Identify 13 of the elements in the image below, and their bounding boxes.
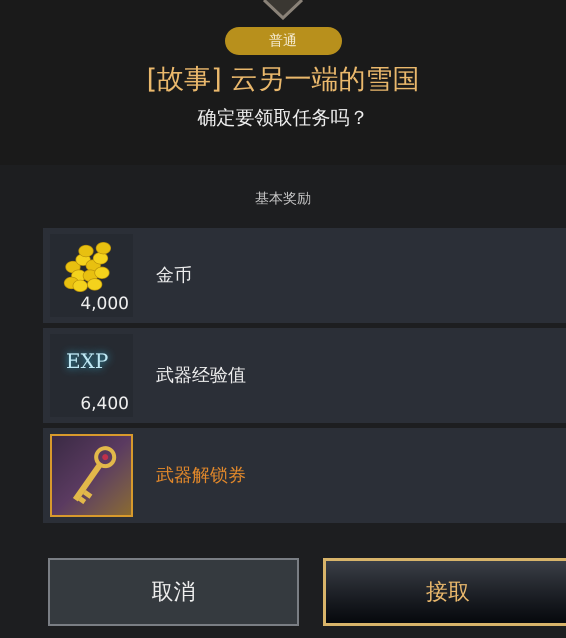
reward-amount: 6,400 <box>80 393 129 415</box>
reward-name: 武器经验值 <box>156 364 246 388</box>
section-heading: 基本奖励 <box>255 190 311 209</box>
confirm-question: 确定要领取任务吗？ <box>198 106 368 131</box>
reward-amount: 4,000 <box>80 293 129 315</box>
exp-icon: EXP <box>66 346 108 376</box>
reward-name: 武器解锁券 <box>156 464 246 488</box>
accept-button[interactable]: 接取 <box>323 558 566 626</box>
cancel-button[interactable]: 取消 <box>48 558 299 626</box>
quest-title: [故事] 云另一端的雪国 <box>146 63 420 97</box>
difficulty-badge: 普通 <box>224 27 342 55</box>
reward-name: 金币 <box>156 264 192 288</box>
diamond-emblem-icon <box>262 0 304 20</box>
